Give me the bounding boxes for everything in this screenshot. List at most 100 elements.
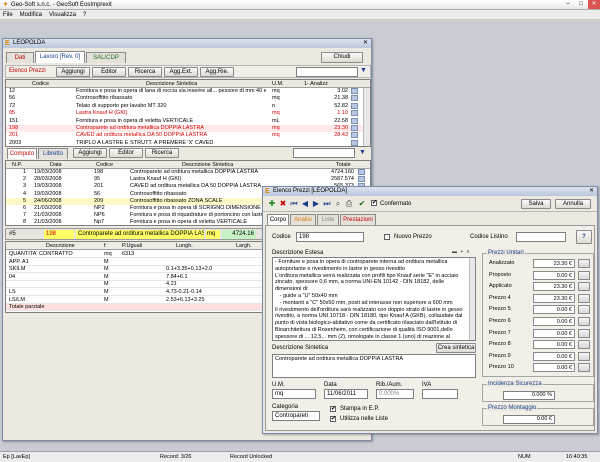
elenco-filter-select[interactable] (296, 67, 358, 77)
prezzo-calc-button[interactable] (578, 293, 590, 303)
codice-listino-field[interactable] (516, 232, 566, 242)
prezzo-value-field[interactable]: 23.30 € (533, 259, 575, 268)
utilizza-liste-checkbox[interactable]: ✔ (330, 416, 336, 423)
desc-estesa-tools[interactable]: ▬ + x (452, 249, 474, 255)
elenco-row[interactable]: 56 Controsoffitto ribassato mq 21.38 (6, 95, 364, 102)
elenco-ricerca-button[interactable]: Ricerca (128, 67, 162, 77)
tab-lavoro[interactable]: Lavoro [Rev. 0] (35, 51, 85, 63)
prezzo-calc-button[interactable] (578, 340, 590, 350)
elenco-aggiungi-button[interactable]: Aggiungi (56, 67, 90, 77)
rib-field[interactable]: 0.000% (376, 389, 414, 399)
codice-field[interactable]: 198 (296, 232, 364, 242)
prezzo-calc-button[interactable] (578, 270, 590, 280)
search-icon[interactable]: ⌕ (333, 199, 343, 209)
computo-ricerca-button[interactable]: Ricerca (145, 148, 179, 158)
categoria-select[interactable]: Contropareti (272, 411, 320, 421)
desc-estesa-textarea[interactable]: - Forniture e posa in opera di contropar… (272, 257, 476, 341)
elenco-sel-icon[interactable] (351, 125, 358, 131)
last-record-icon[interactable]: ⏭ (322, 199, 332, 209)
prezzo-calc-button[interactable] (578, 305, 590, 315)
annulla-button[interactable]: Annulla (555, 199, 591, 209)
prezzo-calc-button[interactable] (578, 351, 590, 361)
incidenza-field[interactable]: 0.000 % (503, 391, 555, 400)
maximize-icon[interactable]: □ (575, 0, 587, 9)
leopolda-close-icon[interactable]: ✕ (363, 39, 368, 48)
elenco-sel-icon[interactable] (351, 117, 358, 124)
tab-libretto[interactable]: Libretto (38, 148, 68, 159)
menu-modifica[interactable]: Modifica (20, 10, 42, 19)
minimize-icon[interactable]: – (562, 0, 574, 9)
tab-corpo[interactable]: Corpo (267, 214, 289, 225)
prezzo-value-field[interactable]: 0.00 € (533, 305, 575, 315)
prezzo-value-field[interactable]: 23.30 € (533, 293, 575, 303)
computo-arrow-icon[interactable]: ▼ (359, 149, 366, 156)
prezzo-calc-button[interactable] (578, 363, 590, 373)
prezzo-calc-button[interactable] (578, 328, 590, 338)
close-icon[interactable]: ✕ (588, 0, 600, 9)
stampa-ep-checkbox[interactable]: ✔ (330, 406, 336, 413)
tab-computo[interactable]: Computo (7, 148, 37, 159)
elenco-row[interactable]: 151 Fornitura e posa in opera di veletta … (6, 117, 364, 125)
iva-select[interactable] (422, 389, 458, 399)
elenco-row[interactable]: 198 Controparete ad orditura metallica DO… (6, 125, 364, 132)
computo-filter-select[interactable] (293, 148, 355, 158)
prezzo-calc-button[interactable] (578, 259, 590, 268)
elenco-agg-ext-button[interactable]: Agg.Ext. (164, 67, 198, 77)
elenco-row[interactable]: 12 Fornitura e posa in opera di lana di r… (6, 88, 364, 95)
elenco-row[interactable]: 2003 TRIPLO A LASTRE E STRUTT. A PREMERE … (6, 139, 364, 146)
nuovo-prezzo-checkbox[interactable] (384, 234, 390, 241)
tab-analisi[interactable]: Analisi (290, 214, 316, 225)
chiudi-button[interactable]: Chiudi (321, 52, 363, 63)
salva-button[interactable]: Salva (521, 199, 551, 209)
elenco-editor-button[interactable]: Editor (92, 67, 126, 77)
help-button[interactable]: ? (576, 230, 592, 244)
prezzo-calc-button[interactable] (578, 282, 590, 292)
elenco-row[interactable]: 72 Telaio di supporto per lavabo MT 320 n 5… (6, 102, 364, 110)
elenco-arrow-icon[interactable]: ▼ (360, 67, 367, 74)
add-icon[interactable]: ✚ (267, 199, 277, 209)
prezzo-value-field[interactable]: 0.00 € (533, 363, 575, 373)
montaggio-field[interactable]: 0.00 € (503, 415, 555, 424)
desc-estesa-scrollbar[interactable] (469, 258, 475, 340)
prezzo-value-field[interactable]: 0.00 € (533, 317, 575, 326)
crea-sintetica-button[interactable]: Crea sintetica (436, 343, 476, 353)
delete-icon[interactable]: ✖ (278, 199, 288, 209)
computo-row[interactable]: 1 19/03/2008 198 Controparete ad orditura m… (6, 169, 370, 176)
elenco-scrollbar[interactable] (363, 88, 370, 146)
elenco-agg-rie-button[interactable]: Agg.Rie. (200, 67, 234, 77)
prezzo-value-field[interactable]: 0.00 € (533, 340, 575, 350)
computo-editor-button[interactable]: Editor (109, 148, 143, 158)
desc-sint-textarea[interactable]: Controparete ad orditura metallica DOPPI… (272, 354, 476, 378)
elenco-sel-icon[interactable] (351, 132, 358, 139)
check-icon[interactable]: ✔ (357, 199, 367, 209)
elenco-row[interactable]: 201 CAVED ad orditura metallica DA 50 DOP… (6, 132, 364, 139)
computo-row[interactable]: 2 28/03/2008 95 Lastra Knauf H (GKI) 2587.57… (6, 176, 370, 183)
tab-liste[interactable]: Liste (317, 214, 339, 225)
first-record-icon[interactable]: ⏮ (289, 199, 299, 209)
computo-sel-icon[interactable] (358, 169, 365, 175)
tab-prestazioni[interactable]: Prestazioni (340, 214, 376, 225)
menu-visualizza[interactable]: Visualizza (49, 10, 76, 19)
prezzo-value-field[interactable]: 0.00 € (533, 270, 575, 280)
computo-aggiungi-button[interactable]: Aggiungi (73, 148, 107, 158)
next-record-icon[interactable]: ▶ (311, 199, 321, 209)
prezzo-value-field[interactable]: 0.00 € (533, 351, 575, 361)
confermato-checkbox[interactable]: ✔ (371, 200, 377, 207)
elenco-sel-icon[interactable] (351, 139, 358, 146)
prezzo-calc-button[interactable] (578, 317, 590, 326)
prezzo-value-field[interactable]: 0.00 € (533, 328, 575, 338)
prev-record-icon[interactable]: ◀ (300, 199, 310, 209)
data-field[interactable]: 11/06/2011 (324, 389, 368, 399)
tab-sal-cdp[interactable]: SAL/CDP (86, 52, 126, 63)
tab-dati[interactable]: Dati (6, 52, 34, 63)
menu-file[interactable]: File (3, 10, 13, 19)
elenco-sel-icon[interactable] (351, 95, 358, 102)
elenco-sel-icon[interactable] (351, 110, 358, 117)
prezzo-value-field[interactable]: 23.30 € (533, 282, 575, 292)
elenco-row[interactable]: 95 Lastra Knauf H (GKI) mq 1.10 (6, 110, 364, 117)
um-select[interactable]: mq (272, 389, 316, 399)
menu-help[interactable]: ? (83, 10, 86, 19)
print-icon[interactable]: ⎙ (344, 199, 354, 209)
elenco-sel-icon[interactable] (351, 102, 358, 109)
computo-sel-icon[interactable] (358, 176, 365, 183)
